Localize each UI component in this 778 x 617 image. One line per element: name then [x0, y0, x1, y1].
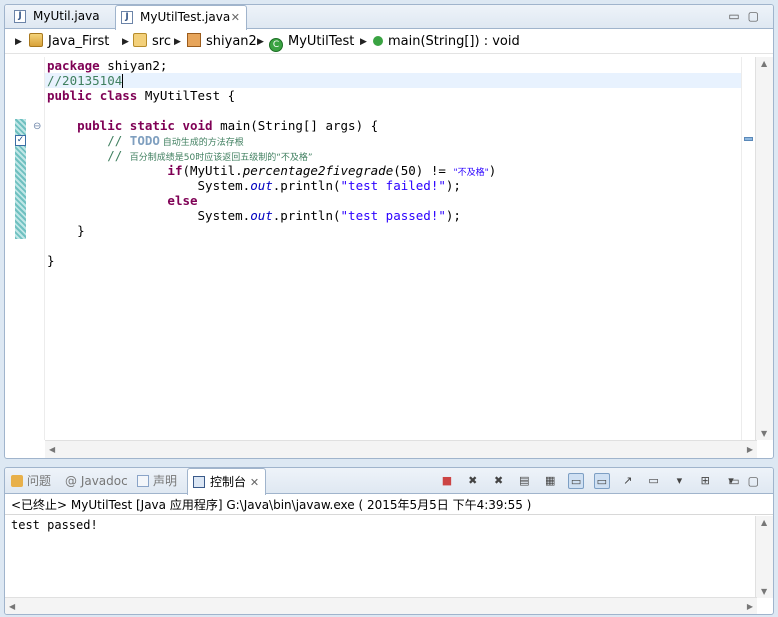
chevron-down-icon[interactable]: ▾ [671, 473, 687, 489]
code-line: package shiyan2; [47, 58, 168, 73]
code-line: // TODO 自动生成的方法存根 [107, 133, 244, 148]
tab-javadoc[interactable]: @ Javadoc [65, 468, 128, 494]
close-icon[interactable]: ✕ [231, 6, 240, 29]
tab-declaration[interactable]: 声明 [137, 468, 177, 494]
code-editor[interactable]: package shiyan2; //20135104 public class… [45, 58, 747, 440]
breadcrumb-method[interactable]: main(String[]) : void [373, 30, 520, 54]
scroll-left-icon[interactable]: ◀ [9, 602, 15, 611]
tab-myutiltest-java[interactable]: J MyUtilTest.java ✕ [115, 5, 247, 30]
tab-myutil-java[interactable]: J MyUtil.java [9, 5, 113, 29]
declaration-icon [137, 475, 149, 487]
editor-gutter [13, 57, 45, 440]
chevron-right-icon[interactable]: ▶ [15, 30, 22, 54]
scroll-left-icon[interactable]: ◀ [49, 445, 55, 454]
breadcrumb-project[interactable]: Java_First [29, 30, 109, 54]
breadcrumb-package[interactable]: shiyan2 [187, 30, 257, 54]
java-file-icon: J [14, 10, 26, 23]
project-icon [29, 33, 43, 47]
console-icon [193, 476, 205, 488]
show-on-stderr-icon[interactable]: ▭ [593, 473, 610, 489]
clear-console-icon[interactable]: ▤ [516, 473, 532, 489]
terminate-icon[interactable]: ■ [439, 473, 455, 489]
scroll-down-icon[interactable]: ▼ [761, 429, 767, 438]
breadcrumb-src[interactable]: src [133, 30, 171, 54]
package-icon [187, 33, 201, 47]
scroll-up-icon[interactable]: ▲ [761, 59, 767, 68]
class-icon: C [269, 38, 283, 52]
console-toolbar: ■ ✖ ✖ ▤ ▦ ▭ ▭ ↗ ▭ ▾ ⊞ ▾ [433, 473, 739, 489]
editor-area: J MyUtil.java J MyUtilTest.java ✕ ▭▢ ▶ J… [4, 4, 774, 459]
chevron-right-icon[interactable]: ▶ [174, 30, 181, 54]
maximize-icon[interactable]: ▢ [748, 9, 767, 23]
problems-icon [11, 475, 23, 487]
scroll-up-icon[interactable]: ▲ [761, 518, 767, 527]
editor-vertical-scrollbar[interactable]: ▲ ▼ [755, 57, 773, 440]
minimize-icon[interactable]: ▭ [728, 474, 747, 488]
scroll-right-icon[interactable]: ▶ [747, 445, 753, 454]
console-horizontal-scrollbar[interactable]: ◀ ▶ [5, 597, 757, 614]
maximize-icon[interactable]: ▢ [748, 474, 767, 488]
console-view: 问题 @ Javadoc 声明 控制台 ✕ ■ ✖ ✖ ▤ ▦ ▭ ▭ ↗ ▭ … [4, 467, 774, 615]
code-line: if(MyUtil.percentage2fivegrade(50) != "不… [167, 163, 497, 178]
code-line: // 百分制成绩是50时应该返回五级制的“不及格” [107, 148, 313, 163]
console-tabbar: 问题 @ Javadoc 声明 控制台 ✕ ■ ✖ ✖ ▤ ▦ ▭ ▭ ↗ ▭ … [5, 468, 773, 495]
tab-problems[interactable]: 问题 [11, 468, 51, 494]
source-folder-icon [133, 33, 147, 47]
show-on-stdout-icon[interactable]: ▭ [568, 473, 585, 489]
chevron-right-icon[interactable]: ▶ [122, 30, 129, 54]
scroll-down-icon[interactable]: ▼ [761, 587, 767, 596]
code-line: else [167, 193, 198, 208]
minimize-icon[interactable]: ▭ [728, 9, 747, 23]
editor-window-controls: ▭▢ [728, 9, 767, 23]
scroll-lock-icon[interactable]: ▦ [542, 473, 558, 489]
occurrence-marker[interactable] [744, 137, 753, 141]
code-line: System.out.println("test passed!"); [197, 208, 461, 223]
code-line: System.out.println("test failed!"); [197, 178, 461, 193]
tab-console[interactable]: 控制台 ✕ [187, 468, 267, 495]
overview-ruler [741, 57, 755, 440]
close-icon[interactable]: ✕ [250, 476, 259, 489]
code-line: } [47, 253, 55, 268]
remove-all-launches-icon[interactable]: ✖ [491, 473, 507, 489]
pin-console-icon[interactable]: ↗ [620, 473, 636, 489]
code-line-current: //20135104 [45, 73, 747, 88]
code-line: } [77, 223, 85, 238]
fold-collapse-icon[interactable]: ⊖ [33, 121, 41, 132]
breadcrumb-class[interactable]: C MyUtilTest [269, 30, 354, 54]
code-line: public class MyUtilTest { [47, 88, 236, 103]
breadcrumb: ▶ Java_First ▶ src ▶ shiyan2 ▶ C MyUtilTe… [5, 30, 773, 54]
scroll-right-icon[interactable]: ▶ [747, 602, 753, 611]
chevron-right-icon[interactable]: ▶ [360, 30, 367, 54]
task-marker-icon[interactable]: ✓ [15, 135, 26, 146]
open-console-icon[interactable]: ⊞ [697, 473, 713, 489]
method-icon [373, 36, 383, 46]
editor-tabbar: J MyUtil.java J MyUtilTest.java ✕ ▭▢ [5, 5, 773, 30]
console-output[interactable]: test passed! [11, 518, 98, 532]
console-launch-status: <已终止> MyUtilTest [Java 应用程序] G:\Java\bin… [5, 495, 773, 515]
code-line: public static void main(String[] args) { [77, 118, 379, 133]
console-window-controls: ▭▢ [728, 474, 767, 488]
chevron-right-icon[interactable]: ▶ [257, 30, 264, 54]
display-selected-console-icon[interactable]: ▭ [646, 473, 662, 489]
remove-launch-icon[interactable]: ✖ [465, 473, 481, 489]
text-caret [122, 74, 124, 88]
editor-horizontal-scrollbar[interactable]: ◀ ▶ [45, 440, 757, 458]
console-vertical-scrollbar[interactable]: ▲ ▼ [755, 516, 773, 598]
java-file-icon: J [121, 11, 133, 24]
